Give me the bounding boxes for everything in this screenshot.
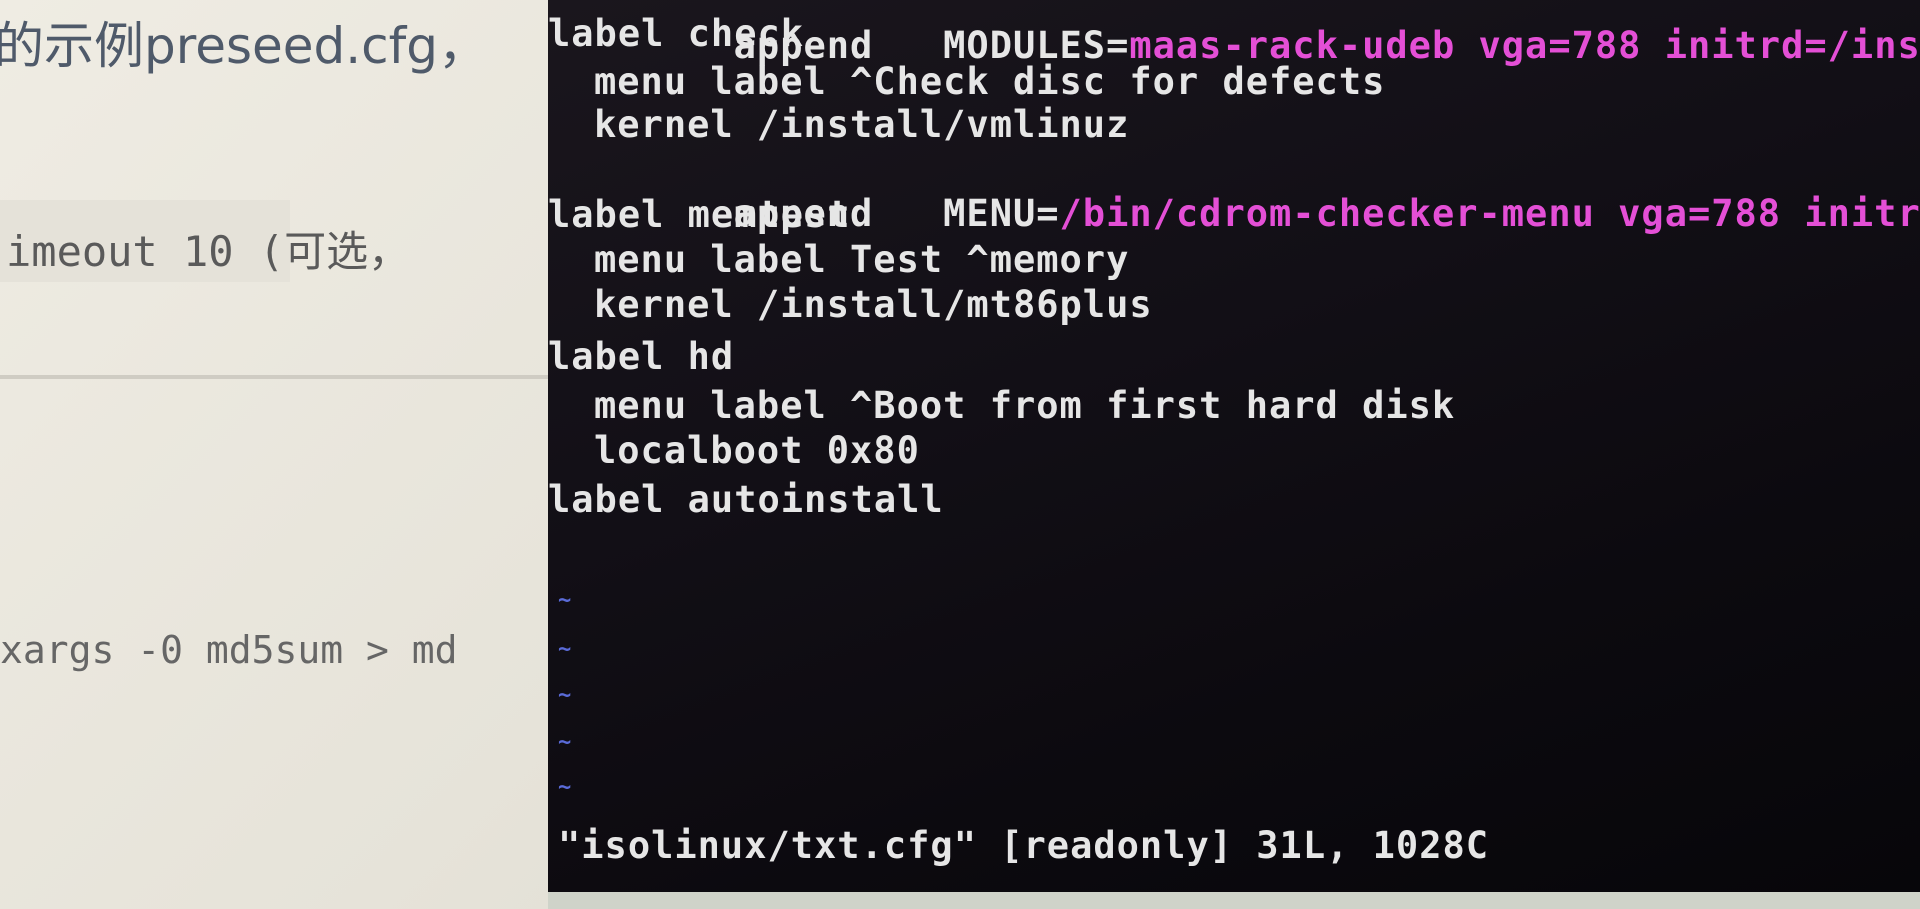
config-line: menu label ^Boot from first hard disk [594, 384, 1456, 427]
config-line: label hd [548, 335, 735, 378]
code-line-md5sum: xargs -0 md5sum > md [0, 628, 458, 672]
config-line-value: /bin/cdrom-checker-menu vga=788 initrd=/… [1059, 192, 1920, 235]
config-line: menu label ^Check disc for defects [594, 60, 1386, 103]
vim-status-line: "isolinux/txt.cfg" [readonly] 31L, 1028C [558, 824, 1490, 867]
config-line: label memtest [548, 193, 851, 236]
code-line-timeout: imeout 10 (可选， [6, 227, 411, 276]
config-line: label check [548, 12, 805, 55]
empty-line-tilde: ~ [558, 637, 572, 662]
empty-line-tilde: ~ [558, 775, 572, 800]
divider [0, 375, 560, 379]
config-line: localboot 0x80 [594, 429, 920, 472]
empty-line-tilde: ~ [558, 588, 572, 613]
document-pane: 的示例preseed.cfg， imeout 10 (可选， xargs -0 … [0, 0, 560, 909]
config-line: kernel /install/vmlinuz [594, 103, 1130, 146]
config-line: label autoinstall [548, 478, 944, 521]
empty-line-tilde: ~ [558, 730, 572, 755]
config-line: menu label Test ^memory [594, 238, 1130, 281]
terminal-window[interactable]: append MODULES=maas-rack-udeb vga=788 in… [548, 0, 1920, 892]
taskbar-strip [548, 892, 1920, 909]
photo-of-screen: 的示例preseed.cfg， imeout 10 (可选， xargs -0 … [0, 0, 1920, 909]
document-text-line: 的示例preseed.cfg， [0, 17, 488, 75]
empty-line-tilde: ~ [558, 683, 572, 708]
config-line: kernel /install/mt86plus [594, 283, 1153, 326]
